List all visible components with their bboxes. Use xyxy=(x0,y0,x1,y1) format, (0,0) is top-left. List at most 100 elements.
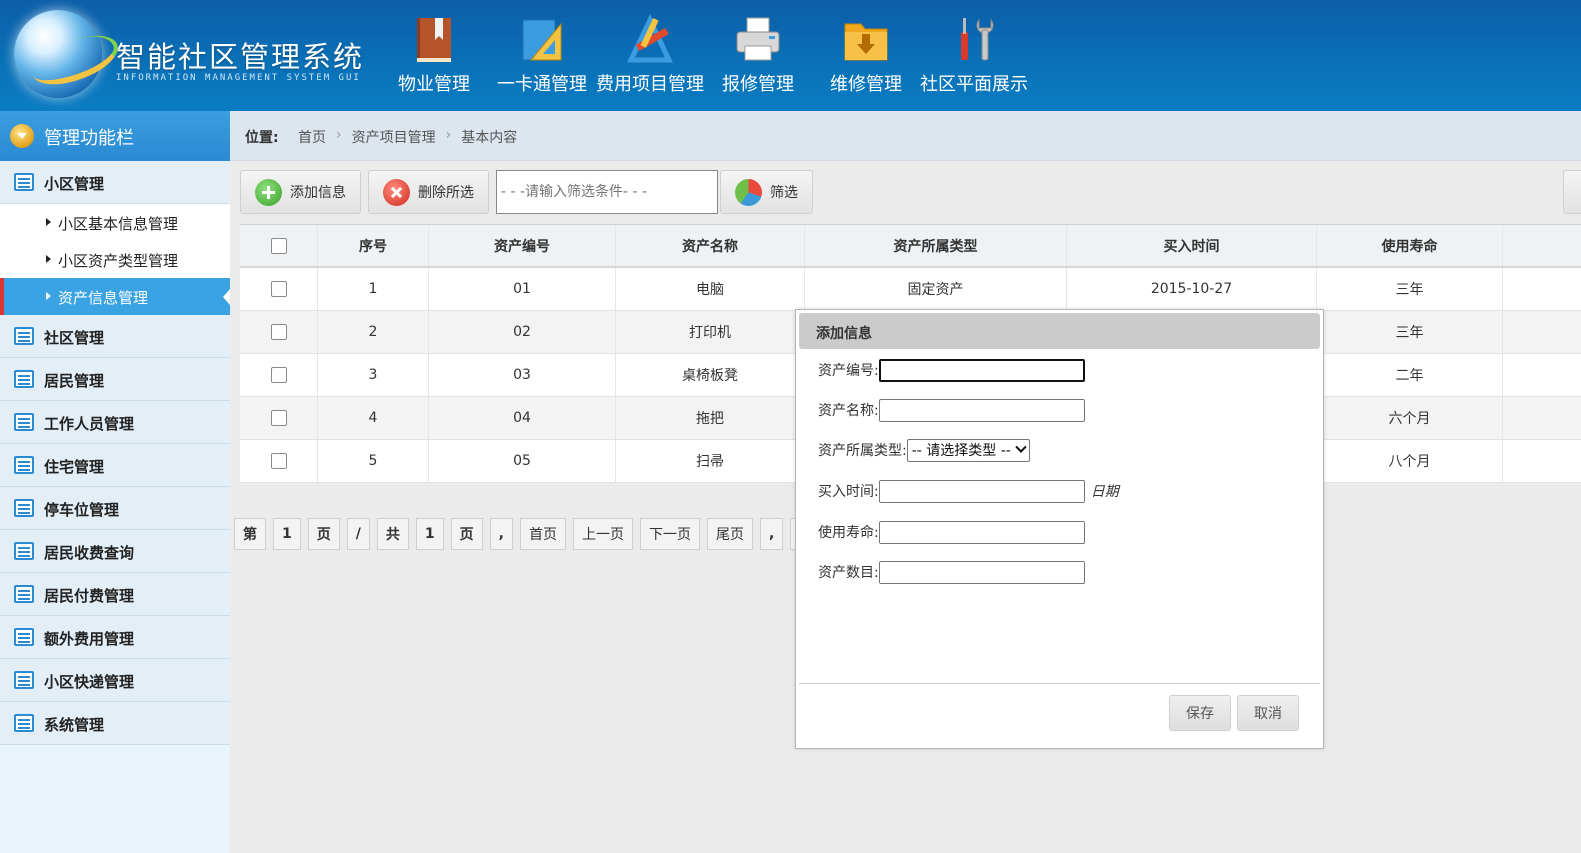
sidebar-title: 管理功能栏 xyxy=(44,128,134,149)
row-checkbox-cell xyxy=(240,354,318,396)
sidebar-group-system[interactable]: 系统管理 xyxy=(0,702,230,745)
sidebar-item-label: 小区资产类型管理 xyxy=(58,252,179,270)
last-page-button[interactable]: 尾页 xyxy=(706,518,753,550)
nav-repair-report[interactable]: 报修管理 xyxy=(704,0,812,111)
app-title: 智能社区管理系统 xyxy=(116,40,365,74)
sidebar-group-extra-fees[interactable]: 额外费用管理 xyxy=(0,616,230,659)
calendar-icon xyxy=(14,499,34,517)
row-checkbox[interactable] xyxy=(270,281,287,297)
row-checkbox[interactable] xyxy=(270,367,287,383)
sidebar-group-neighborhood[interactable]: 社区管理 xyxy=(0,315,230,358)
pager-text: , xyxy=(489,518,513,550)
field-row-name: 资产名称: xyxy=(818,398,1085,422)
select-all-checkbox[interactable] xyxy=(270,237,287,254)
wrench-tools-icon xyxy=(961,18,994,61)
nav-label: 维修管理 xyxy=(830,74,902,95)
sidebar-group-staff[interactable]: 工作人员管理 xyxy=(0,401,230,444)
collapse-arrow-icon[interactable] xyxy=(10,124,34,148)
calendar-icon xyxy=(14,456,34,474)
purchase-date-label: 买入时间: xyxy=(818,484,879,500)
table-cell xyxy=(1503,268,1581,310)
nav-community-map[interactable]: 社区平面展示 xyxy=(920,0,1028,111)
pager-text: / xyxy=(346,518,370,550)
sidebar-group-label: 小区管理 xyxy=(44,175,105,193)
service-life-label: 使用寿命: xyxy=(818,525,879,541)
asset-code-input[interactable] xyxy=(878,358,1085,382)
filter-input[interactable] xyxy=(496,170,718,214)
asset-name-label: 资产名称: xyxy=(818,403,879,419)
pager-text: 页 xyxy=(450,518,483,550)
breadcrumb-home[interactable]: 首页 xyxy=(298,127,326,147)
table-row[interactable]: 1 01 电脑 固定资产 2015-10-27 三年 xyxy=(240,268,1581,311)
sidebar-group-community[interactable]: 小区管理 xyxy=(0,161,230,204)
asset-type-select[interactable]: -- 请选择类型 -- xyxy=(906,438,1030,462)
purchase-date-input[interactable] xyxy=(878,479,1085,503)
nav-fee-items[interactable]: 费用项目管理 xyxy=(596,0,704,111)
asset-name-input[interactable] xyxy=(878,398,1085,422)
nav-label: 社区平面展示 xyxy=(920,74,1028,95)
asset-count-input[interactable] xyxy=(878,560,1085,584)
pager-total-pages: 1 xyxy=(415,518,444,550)
toolbar: 添加信息 删除所选 筛选 xyxy=(240,170,820,214)
filter-label: 筛选 xyxy=(770,185,798,201)
sidebar-group-express[interactable]: 小区快递管理 xyxy=(0,659,230,702)
calendar-icon xyxy=(14,714,34,732)
calendar-icon xyxy=(14,628,34,646)
delete-selected-button[interactable]: 删除所选 xyxy=(368,170,489,214)
sidebar-item-label: 资产信息管理 xyxy=(58,289,149,307)
row-checkbox-cell xyxy=(240,311,318,353)
calendar-icon xyxy=(14,413,34,431)
sidebar-group-residents[interactable]: 居民管理 xyxy=(0,358,230,401)
pie-chart-icon xyxy=(735,178,762,206)
toolbar-overflow-button[interactable] xyxy=(1563,170,1581,214)
sidebar-group-housing[interactable]: 住宅管理 xyxy=(0,444,230,487)
asset-type-selected: -- 请选择类型 -- xyxy=(911,443,1011,459)
add-info-label: 添加信息 xyxy=(290,185,346,201)
table-cell: 02 xyxy=(429,311,616,353)
sidebar-item-asset-type[interactable]: 小区资产类型管理 xyxy=(0,241,230,278)
sidebar-group-fee-query[interactable]: 居民收费查询 xyxy=(0,530,230,573)
row-checkbox-cell xyxy=(240,268,318,310)
sidebar-group-label: 系统管理 xyxy=(44,716,105,734)
row-checkbox[interactable] xyxy=(270,324,287,340)
sidebar-item-basic-info[interactable]: 小区基本信息管理 xyxy=(0,204,230,241)
delete-selected-label: 删除所选 xyxy=(418,185,474,201)
top-header: 智能社区管理系统 INFORMATION MANAGEMENT SYSTEM G… xyxy=(0,0,1581,111)
next-page-button[interactable]: 下一页 xyxy=(639,518,700,550)
nav-maintenance[interactable]: 维修管理 xyxy=(812,0,920,111)
filter-button[interactable]: 筛选 xyxy=(720,170,813,214)
nav-property[interactable]: 物业管理 xyxy=(380,0,488,111)
sidebar-group-label: 住宅管理 xyxy=(44,458,105,476)
table-cell: 05 xyxy=(429,440,616,482)
sidebar-group-label: 工作人员管理 xyxy=(44,415,135,433)
sidebar-item-asset-info[interactable]: 资产信息管理 xyxy=(0,278,230,315)
table-cell: 2 xyxy=(318,311,429,353)
row-checkbox[interactable] xyxy=(270,453,287,469)
caret-right-icon xyxy=(46,292,51,300)
breadcrumb-asset-project[interactable]: 资产项目管理 xyxy=(352,127,436,147)
sidebar-group-payment[interactable]: 居民付费管理 xyxy=(0,573,230,616)
calendar-icon xyxy=(14,671,34,689)
service-life-input[interactable] xyxy=(878,520,1085,544)
row-checkbox-cell xyxy=(240,440,318,482)
add-info-button[interactable]: 添加信息 xyxy=(240,170,361,214)
first-page-button[interactable]: 首页 xyxy=(519,518,566,550)
sidebar-group-label: 社区管理 xyxy=(44,329,105,347)
nav-label: 报修管理 xyxy=(722,74,794,95)
cancel-button[interactable]: 取消 xyxy=(1237,695,1299,731)
nav-card[interactable]: 一卡通管理 xyxy=(488,0,596,111)
row-checkbox[interactable] xyxy=(270,410,287,426)
table-cell xyxy=(1503,354,1581,396)
prev-page-button[interactable]: 上一页 xyxy=(572,518,633,550)
table-cell xyxy=(1503,397,1581,439)
sidebar-item-label: 小区基本信息管理 xyxy=(58,215,179,233)
folder-download-icon xyxy=(844,23,888,61)
sidebar-header: 管理功能栏 xyxy=(0,111,230,161)
table-cell: 桌椅板凳 xyxy=(616,354,805,396)
table-cell xyxy=(1503,311,1581,353)
pager-text: 共 xyxy=(376,518,409,550)
dialog-header[interactable]: 添加信息 xyxy=(799,313,1320,349)
breadcrumb: 位置: 首页 › 资产项目管理 › 基本内容 xyxy=(230,111,1581,161)
sidebar-group-parking[interactable]: 停车位管理 xyxy=(0,487,230,530)
save-button[interactable]: 保存 xyxy=(1169,695,1231,731)
